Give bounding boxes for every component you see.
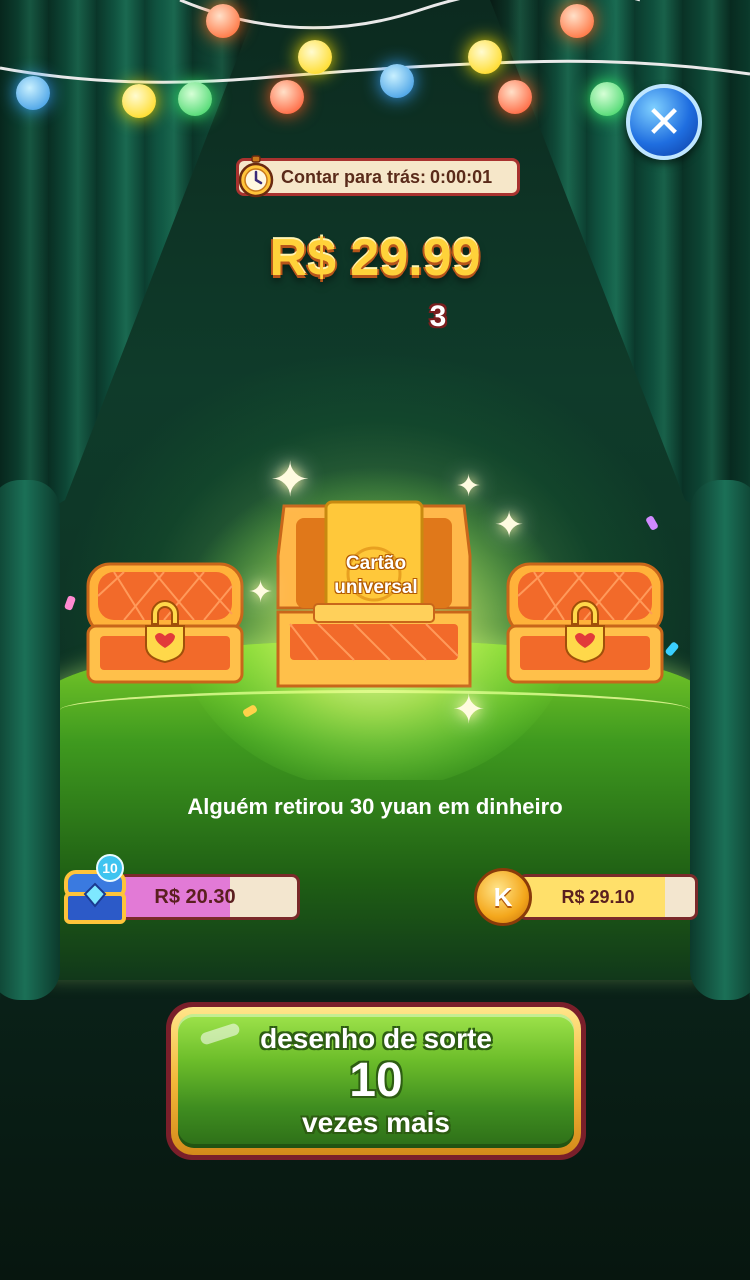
light-bulb-icon [298, 40, 332, 74]
light-bulb-icon [122, 84, 156, 118]
light-bulb-icon [270, 80, 304, 114]
sparkle-icon: ✦ [270, 452, 311, 508]
light-bulb-icon [380, 64, 414, 98]
confetti-piece [63, 595, 77, 611]
light-bulb-icon [206, 4, 240, 38]
lucky-draw-button-frame: desenho de sorte 10 vezes mais [171, 1007, 581, 1155]
locked-chest-left[interactable] [84, 556, 246, 686]
sparkle-icon: ✦ [452, 687, 486, 733]
close-button[interactable]: ✕ [626, 84, 702, 160]
light-bulb-icon [16, 76, 50, 110]
game-stage: ✕ Contar para trás: 0:00:01 R$ 29.99 3 C… [0, 0, 750, 1280]
gem-chest-progress-text: R$ 20.30 [154, 885, 236, 908]
reward-price: R$ 29.99 [269, 229, 481, 287]
light-bulb-icon [468, 40, 502, 74]
card-label-line1: Cartão [345, 553, 407, 574]
winner-message: Alguém retirou 30 yuan em dinheiro [187, 794, 563, 819]
light-bulb-icon [560, 4, 594, 38]
gem-chest-badge: 10 [96, 854, 124, 882]
coin-progress-text: R$ 29.10 [561, 886, 635, 907]
light-bulb-icon [590, 82, 624, 116]
card-label-line2: universal [334, 577, 418, 598]
remaining-count: 3 [429, 300, 447, 333]
lucky-draw-button-face: desenho de sorte 10 vezes mais [178, 1014, 574, 1148]
countdown-timer: Contar para trás: 0:00:01 [236, 155, 520, 198]
button-gloss [199, 1022, 241, 1046]
left-curtain-drape [0, 480, 60, 1000]
right-curtain-drape [690, 480, 750, 1000]
confetti-piece [664, 641, 680, 657]
close-icon: ✕ [645, 96, 683, 148]
draw-button-line3: vezes mais [302, 1107, 450, 1138]
light-bulb-icon [498, 80, 532, 114]
card-label: Cartão universal [326, 552, 426, 600]
light-bulb-icon [178, 82, 212, 116]
lucky-draw-button[interactable]: desenho de sorte 10 vezes mais [166, 1002, 586, 1160]
sparkle-icon: ✦ [248, 575, 274, 610]
sparkle-icon: ✦ [494, 505, 525, 546]
confetti-piece [645, 514, 659, 532]
coin-progress: R$ 29.10 [518, 874, 698, 920]
countdown-time: 0:00:01 [430, 166, 493, 187]
countdown-label: Contar para trás: [281, 166, 427, 187]
gem-chest-progress: R$ 20.30 [118, 874, 300, 920]
locked-chest-right[interactable] [504, 556, 666, 686]
sparkle-icon: ✦ [456, 469, 482, 504]
coin-icon[interactable]: K [474, 868, 532, 926]
stopwatch-icon [238, 155, 274, 198]
draw-button-line2: 10 [349, 1054, 403, 1107]
draw-button-line1: desenho de sorte [260, 1023, 492, 1054]
